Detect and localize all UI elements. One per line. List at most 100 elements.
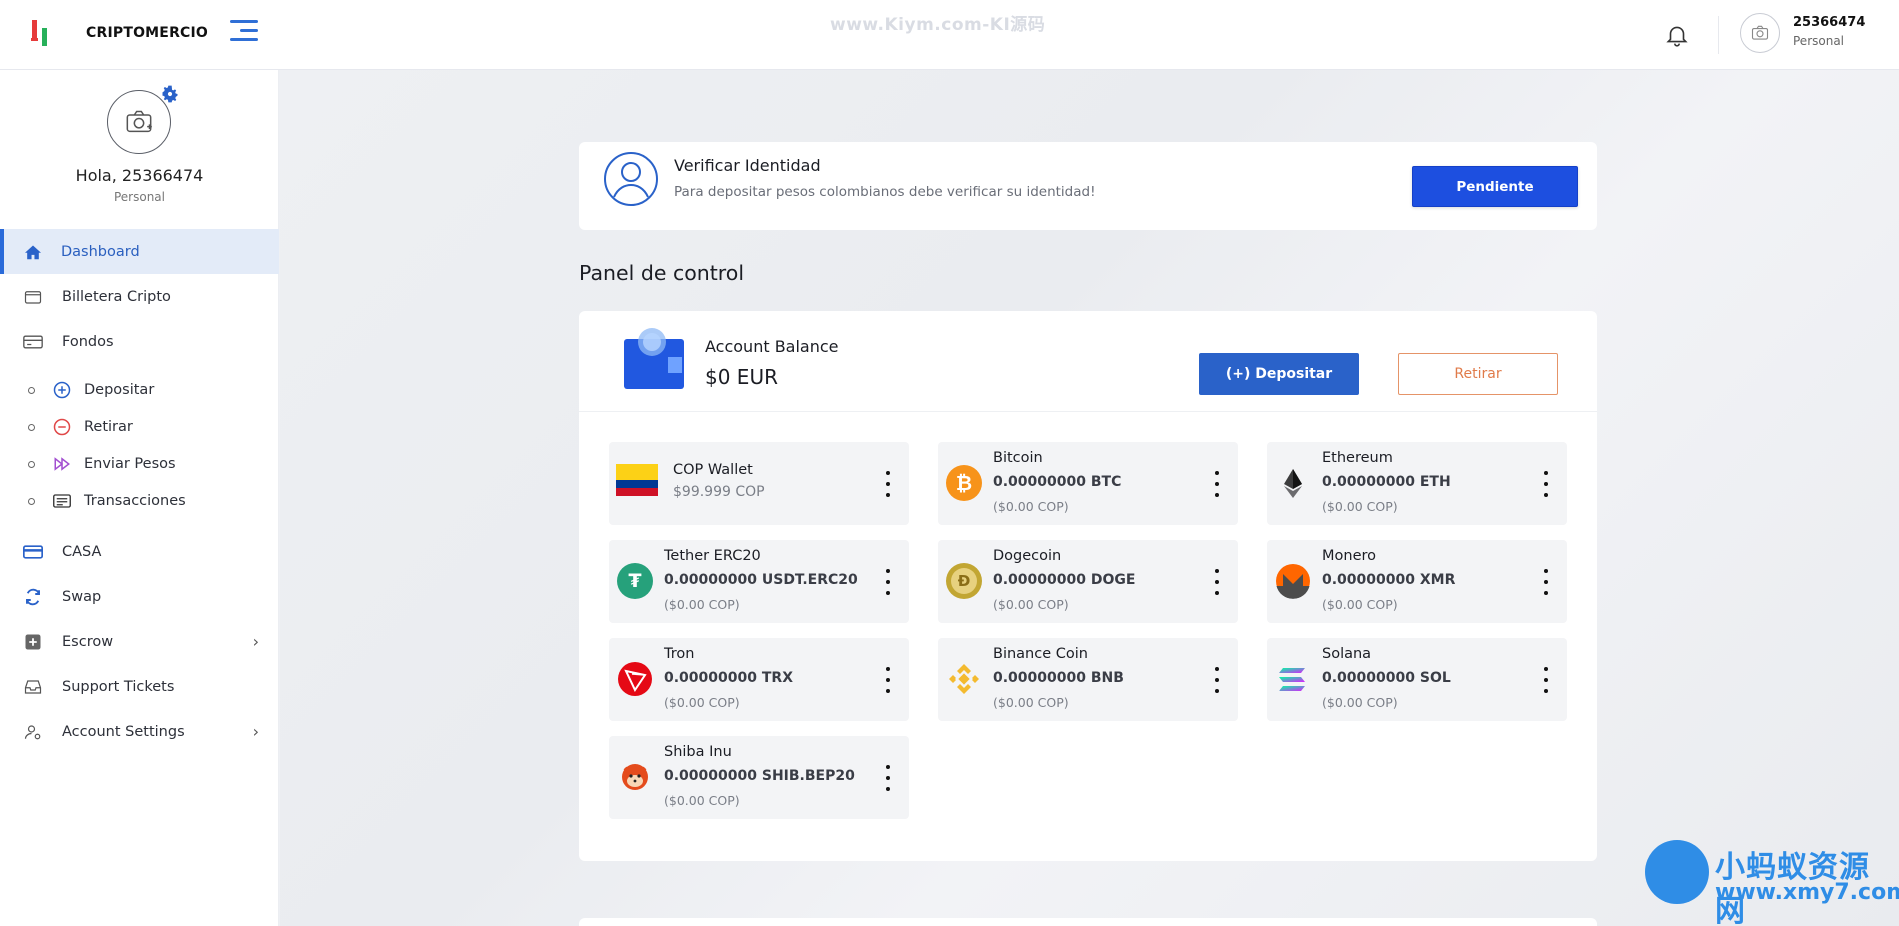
verify-identity-card: Verificar Identidad Para depositar pesos… (579, 142, 1597, 230)
greeting: Hola, 25366474 (75, 166, 204, 185)
more-options-icon[interactable] (879, 667, 897, 693)
wallet-card-dogecoin[interactable]: Ð Dogecoin 0.00000000 DOGE ($0.00 COP) (938, 540, 1238, 623)
wallet-icon (22, 286, 44, 308)
bitcoin-icon: ₿ (946, 465, 982, 501)
bullet-icon (28, 460, 35, 468)
verify-title: Verificar Identidad (674, 156, 821, 175)
sidebar-item-fondos[interactable]: Fondos (0, 319, 279, 364)
tron-icon (618, 662, 652, 696)
top-bar: CRIPTOMERCIO www.Kiym.com-KI源码 25366474 … (0, 0, 1899, 70)
inbox-icon (22, 676, 44, 698)
receipt-icon (52, 491, 72, 511)
divider (1718, 16, 1719, 54)
plus-square-icon (22, 631, 44, 653)
bell-icon[interactable] (1664, 22, 1690, 48)
chevron-right-icon: › (252, 632, 259, 651)
more-options-icon[interactable] (879, 765, 897, 791)
user-info[interactable]: 25366474 Personal (1793, 15, 1865, 48)
logo-icon (31, 20, 47, 46)
sidebar-item-label: Escrow (62, 633, 114, 650)
pending-button[interactable]: Pendiente (1412, 166, 1578, 207)
secondary-card (579, 918, 1597, 926)
sidebar-item-billetera[interactable]: Billetera Cripto (0, 274, 279, 319)
more-options-icon[interactable] (1537, 667, 1555, 693)
more-options-icon[interactable] (1537, 569, 1555, 595)
sidebar-item-casa[interactable]: CASA (0, 529, 279, 574)
sidebar-item-swap[interactable]: Swap (0, 574, 279, 619)
sidebar-item-escrow[interactable]: Escrow › (0, 619, 279, 664)
wallet-card-cop[interactable]: COP Wallet $99.999 COP (609, 442, 909, 525)
sidebar-item-label: Swap (62, 588, 102, 605)
watermark-line2: www.xmy7.com (1715, 880, 1899, 905)
verify-subtitle: Para depositar pesos colombianos debe ve… (674, 184, 1096, 200)
wallet-card-monero[interactable]: Monero 0.00000000 XMR ($0.00 COP) (1267, 540, 1567, 623)
sidebar-item-support-tickets[interactable]: Support Tickets (0, 664, 279, 709)
sidebar-subitem-label: Retirar (84, 419, 133, 435)
menu-toggle-icon[interactable] (230, 20, 258, 46)
wallet-amount: 0.00000000 TRX (664, 670, 793, 686)
plus-circle-icon (52, 380, 72, 400)
gear-icon[interactable] (160, 84, 180, 104)
sidebar-item-label: Account Settings (62, 723, 185, 740)
card-icon (22, 331, 44, 353)
more-options-icon[interactable] (1208, 569, 1226, 595)
wallet-card-tron[interactable]: Tron 0.00000000 TRX ($0.00 COP) (609, 638, 909, 721)
wallet-card-solana[interactable]: Solana 0.00000000 SOL ($0.00 COP) (1267, 638, 1567, 721)
wallet-fiat-value: ($0.00 COP) (1322, 695, 1398, 710)
sidebar-item-dashboard[interactable]: Dashboard (0, 229, 279, 274)
sidebar-subitem-enviar-pesos[interactable]: Enviar Pesos (0, 448, 279, 480)
bullet-icon (28, 386, 35, 394)
home-icon (22, 241, 44, 263)
deposit-button[interactable]: (+) Depositar (1199, 353, 1359, 395)
wallet-card-shiba-inu[interactable]: Shiba Inu 0.00000000 SHIB.BEP20 ($0.00 C… (609, 736, 909, 819)
bullet-icon (28, 423, 35, 431)
wallet-name: Solana (1322, 646, 1372, 662)
wallet-amount: $99.999 COP (673, 484, 765, 500)
user-settings-icon (22, 721, 44, 743)
sidebar-item-account-settings[interactable]: Account Settings › (0, 709, 279, 754)
wallet-fiat-value: ($0.00 COP) (664, 597, 740, 612)
monero-icon (1276, 564, 1310, 599)
watermark-text: www.Kiym.com-KI源码 (830, 15, 1046, 35)
chevron-right-icon: › (252, 722, 259, 741)
wallet-card-binance[interactable]: Binance Coin 0.00000000 BNB ($0.00 COP) (938, 638, 1238, 721)
more-options-icon[interactable] (1208, 471, 1226, 497)
bullet-icon (28, 497, 35, 505)
binance-icon (949, 664, 979, 694)
wallet-card-ethereum[interactable]: Ethereum 0.00000000 ETH ($0.00 COP) (1267, 442, 1567, 525)
sidebar-subitem-retirar[interactable]: Retirar (0, 411, 279, 443)
wallet-name: Binance Coin (993, 646, 1088, 662)
wallet-name: Ethereum (1322, 450, 1393, 466)
user-name: 25366474 (1793, 15, 1866, 30)
wallet-card-bitcoin[interactable]: ₿ Bitcoin 0.00000000 BTC ($0.00 COP) (938, 442, 1238, 525)
minus-circle-icon (52, 417, 72, 437)
sidebar-subitem-depositar[interactable]: Depositar (0, 374, 279, 406)
page-title: Panel de control (579, 261, 745, 285)
more-options-icon[interactable] (1208, 667, 1226, 693)
wallet-name: COP Wallet (673, 462, 753, 478)
wallet-amount: 0.00000000 USDT.ERC20 (664, 572, 858, 588)
watermark-logo: 小蚂蚁资源网 www.xmy7.com (1645, 840, 1899, 926)
avatar[interactable] (1740, 13, 1780, 53)
sidebar-item-label: Dashboard (61, 243, 140, 260)
sidebar-subitem-transacciones[interactable]: Transacciones (0, 485, 279, 517)
sidebar-subitem-label: Enviar Pesos (84, 456, 176, 472)
wallet-card-tether[interactable]: ₮ Tether ERC20 0.00000000 USDT.ERC20 ($0… (609, 540, 909, 623)
tether-icon: ₮ (617, 563, 653, 599)
more-options-icon[interactable] (879, 569, 897, 595)
balance-header: Account Balance $0 EUR (+) Depositar Ret… (579, 311, 1597, 412)
wallet-name: Tron (664, 646, 695, 662)
dogecoin-icon: Ð (946, 563, 982, 599)
user-role: Personal (1793, 34, 1845, 48)
wallet-amount: 0.00000000 BTC (993, 474, 1122, 490)
wallet-amount: 0.00000000 SHIB.BEP20 (664, 768, 855, 784)
more-options-icon[interactable] (1537, 471, 1555, 497)
sidebar-subitem-label: Transacciones (84, 493, 186, 509)
wallet-amount: 0.00000000 BNB (993, 670, 1124, 686)
wallet-name: Tether ERC20 (664, 548, 761, 564)
fast-forward-icon (52, 454, 72, 474)
camera-icon (1751, 25, 1769, 40)
more-options-icon[interactable] (879, 471, 897, 497)
withdraw-button[interactable]: Retirar (1398, 353, 1558, 395)
sidebar-item-label: Billetera Cripto (62, 288, 171, 305)
